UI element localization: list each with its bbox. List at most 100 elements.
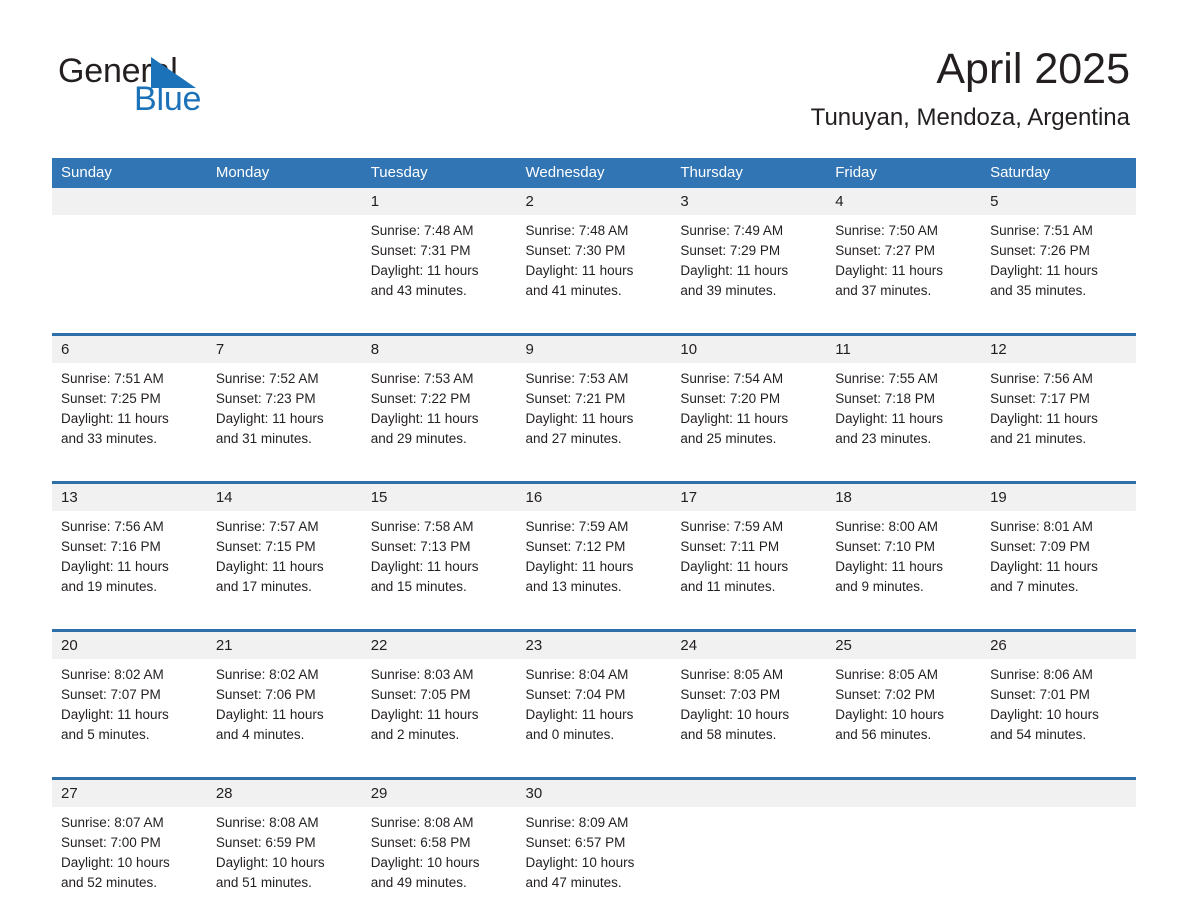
calendar-day-cell: 28 Sunrise: 8:08 AM Sunset: 6:59 PM Dayligh… bbox=[206, 780, 362, 898]
day-cell[interactable]: 15 Sunrise: 7:58 AM Sunset: 7:13 PM Dayligh… bbox=[361, 484, 517, 619]
day-cell[interactable]: 19 Sunrise: 8:01 AM Sunset: 7:09 PM Dayligh… bbox=[981, 484, 1136, 619]
sunrise-text: Sunrise: 8:03 AM bbox=[370, 667, 474, 682]
daylight-text-line1: Daylight: 11 hours bbox=[680, 411, 789, 426]
calendar-day-cell: 25 Sunrise: 8:05 AM Sunset: 7:02 PM Dayligh… bbox=[826, 632, 982, 767]
day-details: Sunrise: 7:56 AM Sunset: 7:16 PM Daylight:… bbox=[52, 511, 207, 597]
daylight-text-line1: Daylight: 11 hours bbox=[215, 707, 324, 722]
sunset-text: Sunset: 7:30 PM bbox=[525, 243, 626, 258]
sunrise-text: Sunrise: 7:51 AM bbox=[990, 223, 1093, 238]
week-spacer-cell bbox=[52, 767, 1136, 777]
day-cell[interactable]: 11 Sunrise: 7:55 AM Sunset: 7:18 PM Dayligh… bbox=[826, 336, 982, 471]
day-cell[interactable]: 23 Sunrise: 8:04 AM Sunset: 7:04 PM Dayligh… bbox=[516, 632, 672, 767]
sunset-text: Sunset: 7:16 PM bbox=[61, 539, 161, 554]
sunset-text: Sunset: 7:18 PM bbox=[835, 391, 936, 406]
sunrise-text: Sunrise: 7:59 AM bbox=[680, 519, 784, 534]
day-cell[interactable]: 22 Sunrise: 8:03 AM Sunset: 7:05 PM Dayligh… bbox=[361, 632, 517, 767]
sunrise-text: Sunrise: 7:54 AM bbox=[680, 371, 784, 386]
calendar-week-row: 13 Sunrise: 7:56 AM Sunset: 7:16 PM Dayligh… bbox=[52, 484, 1136, 619]
calendar-body: 1 Sunrise: 7:48 AM Sunset: 7:31 PM Daylight… bbox=[52, 188, 1136, 898]
day-number: 5 bbox=[981, 188, 1136, 215]
day-cell[interactable]: 3 Sunrise: 7:49 AM Sunset: 7:29 PM Daylight… bbox=[671, 188, 827, 323]
day-number: 13 bbox=[52, 484, 207, 511]
sunrise-text: Sunrise: 7:56 AM bbox=[990, 371, 1093, 386]
day-details: Sunrise: 7:52 AM Sunset: 7:23 PM Daylight:… bbox=[207, 363, 362, 449]
general-blue-logo[interactable]: General Blue bbox=[58, 52, 288, 118]
day-number: 18 bbox=[826, 484, 982, 511]
day-cell[interactable]: 29 Sunrise: 8:08 AM Sunset: 6:58 PM Dayligh… bbox=[361, 780, 517, 898]
sunset-text: Sunset: 7:31 PM bbox=[370, 243, 471, 258]
day-cell[interactable]: 7 Sunrise: 7:52 AM Sunset: 7:23 PM Daylight… bbox=[206, 336, 362, 471]
sunrise-text: Sunrise: 7:51 AM bbox=[61, 371, 164, 386]
day-number bbox=[671, 780, 827, 807]
daylight-text-line1: Daylight: 11 hours bbox=[835, 411, 944, 426]
daylight-text-line1: Daylight: 11 hours bbox=[525, 263, 634, 278]
day-cell[interactable]: 14 Sunrise: 7:57 AM Sunset: 7:15 PM Dayligh… bbox=[206, 484, 362, 619]
sunrise-text: Sunrise: 8:07 AM bbox=[61, 815, 164, 830]
sunset-text: Sunset: 7:21 PM bbox=[525, 391, 626, 406]
day-cell[interactable]: 1 Sunrise: 7:48 AM Sunset: 7:31 PM Daylight… bbox=[361, 188, 517, 323]
day-cell-empty bbox=[671, 780, 827, 898]
day-details: Sunrise: 7:50 AM Sunset: 7:27 PM Daylight:… bbox=[826, 215, 981, 301]
day-cell[interactable]: 8 Sunrise: 7:53 AM Sunset: 7:22 PM Daylight… bbox=[361, 336, 517, 471]
daylight-text-line1: Daylight: 10 hours bbox=[370, 855, 480, 870]
calendar-day-cell: 24 Sunrise: 8:05 AM Sunset: 7:03 PM Dayligh… bbox=[671, 632, 827, 767]
day-cell[interactable]: 13 Sunrise: 7:56 AM Sunset: 7:16 PM Dayligh… bbox=[52, 484, 207, 619]
day-cell[interactable]: 12 Sunrise: 7:56 AM Sunset: 7:17 PM Dayligh… bbox=[981, 336, 1136, 471]
sunrise-text: Sunrise: 8:09 AM bbox=[525, 815, 629, 830]
calendar-header-row: Sunday Monday Tuesday Wednesday Thursday… bbox=[52, 158, 1136, 188]
sunset-text: Sunset: 6:58 PM bbox=[370, 835, 471, 850]
sunrise-text: Sunrise: 8:06 AM bbox=[990, 667, 1093, 682]
calendar-day-cell: 17 Sunrise: 7:59 AM Sunset: 7:11 PM Dayligh… bbox=[671, 484, 827, 619]
week-spacer bbox=[52, 767, 1136, 777]
day-details: Sunrise: 7:56 AM Sunset: 7:17 PM Daylight:… bbox=[981, 363, 1136, 449]
daylight-text-line2: and 2 minutes. bbox=[370, 727, 460, 742]
calendar-day-cell: 1 Sunrise: 7:48 AM Sunset: 7:31 PM Daylight… bbox=[361, 188, 517, 323]
day-details: Sunrise: 8:07 AM Sunset: 7:00 PM Daylight:… bbox=[52, 807, 207, 893]
week-spacer-cell bbox=[52, 471, 1136, 481]
sunset-text: Sunset: 7:13 PM bbox=[370, 539, 471, 554]
daylight-text-line1: Daylight: 11 hours bbox=[370, 707, 479, 722]
day-cell[interactable]: 21 Sunrise: 8:02 AM Sunset: 7:06 PM Dayligh… bbox=[206, 632, 362, 767]
week-spacer-cell bbox=[52, 619, 1136, 629]
sunset-text: Sunset: 7:05 PM bbox=[370, 687, 471, 702]
day-cell[interactable]: 6 Sunrise: 7:51 AM Sunset: 7:25 PM Daylight… bbox=[52, 336, 207, 471]
day-number: 17 bbox=[671, 484, 827, 511]
sunset-text: Sunset: 7:20 PM bbox=[680, 391, 781, 406]
day-cell[interactable]: 28 Sunrise: 8:08 AM Sunset: 6:59 PM Dayligh… bbox=[206, 780, 362, 898]
day-cell[interactable]: 30 Sunrise: 8:09 AM Sunset: 6:57 PM Dayligh… bbox=[516, 780, 672, 898]
day-cell[interactable]: 16 Sunrise: 7:59 AM Sunset: 7:12 PM Dayligh… bbox=[516, 484, 672, 619]
sunset-text: Sunset: 7:09 PM bbox=[990, 539, 1090, 554]
daylight-text-line1: Daylight: 11 hours bbox=[525, 559, 634, 574]
day-cell[interactable]: 27 Sunrise: 8:07 AM Sunset: 7:00 PM Dayligh… bbox=[52, 780, 207, 898]
day-cell[interactable]: 26 Sunrise: 8:06 AM Sunset: 7:01 PM Dayligh… bbox=[981, 632, 1136, 767]
day-details: Sunrise: 8:06 AM Sunset: 7:01 PM Daylight:… bbox=[981, 659, 1136, 745]
calendar-day-cell bbox=[671, 780, 827, 898]
day-cell[interactable]: 2 Sunrise: 7:48 AM Sunset: 7:30 PM Daylight… bbox=[516, 188, 672, 323]
daylight-text-line1: Daylight: 10 hours bbox=[835, 707, 945, 722]
calendar-day-cell: 13 Sunrise: 7:56 AM Sunset: 7:16 PM Dayligh… bbox=[52, 484, 207, 619]
day-cell[interactable]: 10 Sunrise: 7:54 AM Sunset: 7:20 PM Dayligh… bbox=[671, 336, 827, 471]
day-number: 8 bbox=[361, 336, 517, 363]
day-cell[interactable]: 4 Sunrise: 7:50 AM Sunset: 7:27 PM Daylight… bbox=[826, 188, 982, 323]
day-cell[interactable]: 18 Sunrise: 8:00 AM Sunset: 7:10 PM Dayligh… bbox=[826, 484, 982, 619]
sunrise-text: Sunrise: 8:05 AM bbox=[835, 667, 939, 682]
day-cell[interactable]: 5 Sunrise: 7:51 AM Sunset: 7:26 PM Daylight… bbox=[981, 188, 1136, 323]
day-number: 30 bbox=[516, 780, 672, 807]
daylight-text-line2: and 54 minutes. bbox=[990, 727, 1087, 742]
day-number: 10 bbox=[671, 336, 827, 363]
day-cell[interactable]: 17 Sunrise: 7:59 AM Sunset: 7:11 PM Dayligh… bbox=[671, 484, 827, 619]
sunset-text: Sunset: 6:57 PM bbox=[525, 835, 626, 850]
sunset-text: Sunset: 7:02 PM bbox=[835, 687, 936, 702]
day-cell[interactable]: 9 Sunrise: 7:53 AM Sunset: 7:21 PM Daylight… bbox=[516, 336, 672, 471]
day-cell[interactable]: 20 Sunrise: 8:02 AM Sunset: 7:07 PM Dayligh… bbox=[52, 632, 207, 767]
day-cell[interactable]: 25 Sunrise: 8:05 AM Sunset: 7:02 PM Dayligh… bbox=[826, 632, 982, 767]
day-cell[interactable]: 24 Sunrise: 8:05 AM Sunset: 7:03 PM Dayligh… bbox=[671, 632, 827, 767]
daylight-text-line2: and 37 minutes. bbox=[835, 283, 932, 298]
calendar-week-row: 20 Sunrise: 8:02 AM Sunset: 7:07 PM Dayligh… bbox=[52, 632, 1136, 767]
calendar-day-cell: 10 Sunrise: 7:54 AM Sunset: 7:20 PM Dayligh… bbox=[671, 336, 827, 471]
daylight-text-line2: and 47 minutes. bbox=[525, 875, 622, 890]
sunrise-text: Sunrise: 8:04 AM bbox=[525, 667, 629, 682]
sunrise-text: Sunrise: 7:59 AM bbox=[525, 519, 629, 534]
day-number: 22 bbox=[361, 632, 517, 659]
calendar-day-cell bbox=[52, 188, 207, 323]
